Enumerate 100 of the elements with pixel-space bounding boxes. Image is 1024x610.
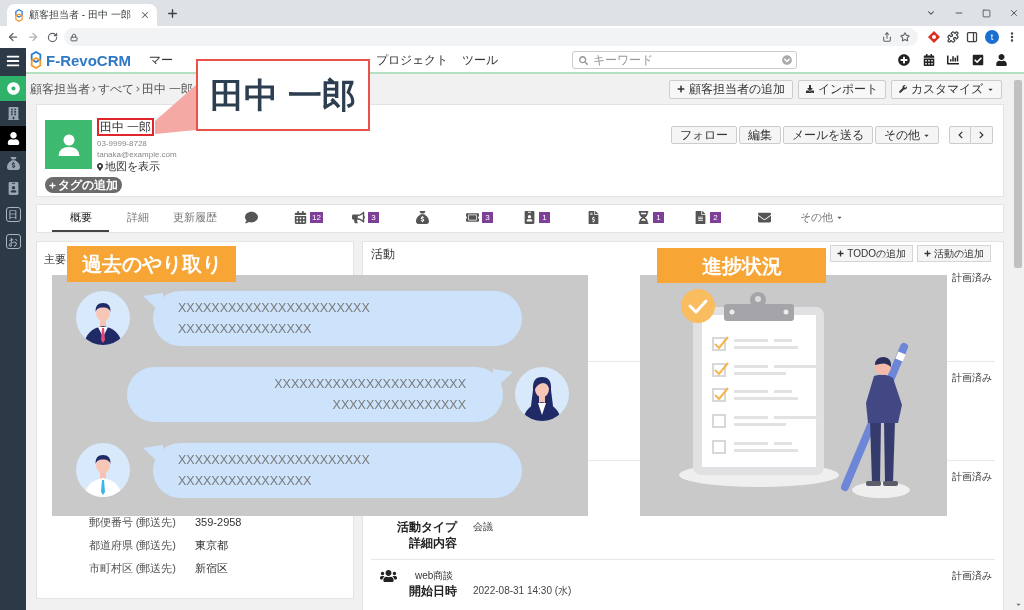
invoice-icon bbox=[587, 211, 600, 224]
ticket-icon bbox=[466, 211, 479, 224]
wrench-icon bbox=[899, 85, 907, 93]
plus-icon bbox=[677, 85, 685, 93]
record-tab[interactable]: 3 bbox=[451, 205, 508, 232]
document-icon bbox=[694, 211, 707, 224]
name-callout: 田中 一郎 bbox=[196, 59, 370, 131]
count-badge: 3 bbox=[482, 212, 493, 223]
phone-number: 03-9999-8728 bbox=[97, 138, 147, 149]
field-value: 会議 bbox=[473, 521, 493, 533]
id-badge-icon bbox=[6, 182, 20, 195]
page-action-button[interactable]: インポート bbox=[798, 79, 886, 99]
activity-status: 計画済み bbox=[952, 272, 992, 284]
caret-icon bbox=[836, 214, 843, 221]
sidebar-item[interactable]: お bbox=[5, 234, 21, 249]
record-tab[interactable]: 1 bbox=[622, 205, 679, 232]
hourglass-icon bbox=[637, 211, 650, 224]
close-icon[interactable] bbox=[140, 10, 150, 20]
close-window-icon[interactable] bbox=[1009, 8, 1019, 18]
browser-tab[interactable]: 顧客担当者 - 田中 一郎 bbox=[7, 4, 157, 26]
field-label: 活動タイプ bbox=[397, 520, 457, 534]
envelope-icon bbox=[758, 211, 771, 224]
activity-status: 計画済み bbox=[952, 570, 992, 582]
side-panel-icon[interactable] bbox=[966, 31, 978, 43]
person-avatar-icon bbox=[515, 367, 569, 421]
record-tab[interactable]: 詳細 bbox=[109, 205, 166, 232]
field-label: 都道府県 (郵送先) bbox=[88, 539, 176, 552]
menu-item[interactable]: ツール bbox=[462, 53, 498, 67]
record-action-button[interactable]: メールを送る bbox=[783, 126, 873, 144]
next-record-button[interactable] bbox=[971, 126, 993, 144]
chevron-right-icon bbox=[91, 86, 97, 92]
page-action-button[interactable]: 顧客担当者の追加 bbox=[669, 79, 793, 99]
maximize-icon[interactable] bbox=[982, 8, 991, 18]
add-activity-button[interactable]: 活動の追加 bbox=[917, 245, 991, 262]
target-icon bbox=[6, 82, 20, 95]
bar-chart-icon[interactable] bbox=[947, 54, 959, 66]
add-tag-button[interactable]: タグの追加 bbox=[45, 177, 122, 193]
person-avatar-icon bbox=[76, 443, 130, 497]
count-badge: 1 bbox=[653, 212, 664, 223]
app-logo-text: F-RevoCRM bbox=[46, 52, 131, 68]
plus-icon bbox=[924, 250, 931, 257]
add-activity-button[interactable]: TODOの追加 bbox=[830, 245, 913, 262]
record-tab[interactable]: 更新履歴 bbox=[166, 205, 223, 232]
scrollbar-thumb[interactable] bbox=[1014, 80, 1022, 268]
sidebar-item[interactable] bbox=[0, 126, 26, 151]
breadcrumb-link[interactable]: 顧客担当者 bbox=[30, 82, 90, 96]
record-action-button[interactable]: 編集 bbox=[739, 126, 781, 144]
panel-title: 主要 bbox=[44, 253, 66, 265]
map-pin-icon bbox=[97, 162, 103, 171]
count-badge: 12 bbox=[310, 212, 323, 223]
scrollbar[interactable] bbox=[1012, 74, 1024, 610]
star-icon[interactable] bbox=[900, 32, 910, 42]
record-action-button[interactable]: フォロー bbox=[671, 126, 737, 144]
record-tab[interactable]: 2 bbox=[679, 205, 736, 232]
share-icon[interactable] bbox=[882, 32, 892, 42]
previous-record-button[interactable] bbox=[949, 126, 971, 144]
menu-item[interactable]: マー bbox=[149, 53, 173, 67]
money-bag-icon bbox=[6, 157, 20, 170]
email-address: tanaka@example.com bbox=[97, 149, 177, 160]
person-icon bbox=[6, 132, 20, 145]
sidebar-item[interactable]: 日 bbox=[5, 207, 21, 222]
record-tab[interactable]: 1 bbox=[508, 205, 565, 232]
record-tab[interactable]: 概要 bbox=[52, 205, 109, 232]
field-value: 新宿区 bbox=[195, 562, 228, 575]
page-action-button[interactable]: カスタマイズ bbox=[891, 79, 1002, 99]
calendar-icon[interactable] bbox=[922, 54, 935, 66]
new-tab-icon[interactable] bbox=[166, 6, 179, 20]
record-tab[interactable]: 3 bbox=[337, 205, 394, 232]
field-label: 詳細内容 bbox=[409, 536, 457, 550]
plus-icon bbox=[49, 181, 56, 189]
menu-item[interactable]: プロジェクト bbox=[376, 53, 448, 67]
diamond-icon[interactable] bbox=[928, 31, 940, 43]
activity-title[interactable]: web商談 bbox=[415, 570, 454, 582]
chevron-down-icon[interactable] bbox=[926, 8, 936, 18]
message-text: XXXXXXXXXXXXXXXXXXXXXXX XXXXXXXXXXXXXXXX bbox=[178, 451, 370, 490]
chevron-right-icon bbox=[978, 131, 985, 139]
scroll-down-icon[interactable] bbox=[1014, 601, 1022, 608]
reload-icon[interactable] bbox=[47, 31, 58, 43]
field-value: 2022-08-31 14:30 (水) bbox=[473, 585, 572, 597]
puzzle-icon[interactable] bbox=[947, 31, 959, 43]
menu-icon[interactable] bbox=[6, 54, 20, 68]
plus-icon bbox=[837, 250, 845, 257]
record-tab[interactable]: 12 bbox=[280, 205, 337, 232]
map-link[interactable]: 地図を表示 bbox=[105, 160, 160, 173]
megaphone-icon bbox=[352, 211, 365, 224]
record-action-button[interactable]: その他 bbox=[875, 126, 939, 144]
profile-avatar-button[interactable]: t bbox=[985, 30, 999, 44]
count-badge: 1 bbox=[539, 212, 550, 223]
record-tab[interactable]: その他 bbox=[793, 205, 850, 232]
logo-icon bbox=[30, 51, 42, 69]
calendar-icon bbox=[294, 211, 308, 224]
field-value: 359-2958 bbox=[195, 516, 242, 529]
lock-icon bbox=[70, 32, 78, 42]
back-arrow-icon[interactable] bbox=[7, 31, 19, 43]
breadcrumb-link[interactable]: すべて bbox=[98, 82, 134, 96]
user-icon[interactable] bbox=[996, 54, 1007, 66]
record-name: 田中 一郎 bbox=[97, 118, 155, 136]
field-label: 市町村区 (郵送先) bbox=[88, 562, 176, 575]
check-badge-icon bbox=[681, 289, 715, 323]
callout-pointer bbox=[155, 84, 196, 135]
